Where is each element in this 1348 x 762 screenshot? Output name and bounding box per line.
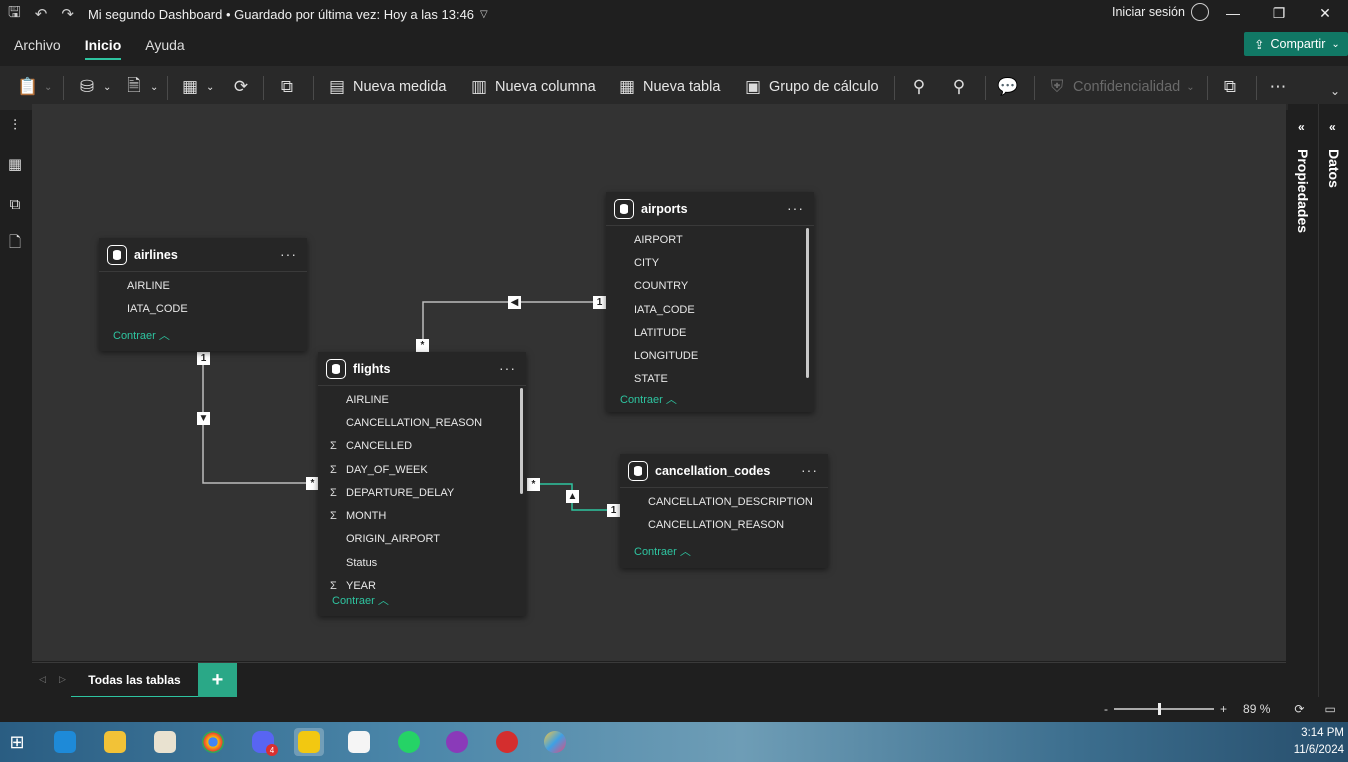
- more-icon[interactable]: ···: [801, 462, 818, 478]
- table-card-cancellation-codes[interactable]: cancellation_codes ··· CANCELLATION_DESC…: [620, 454, 828, 568]
- github-icon[interactable]: [442, 728, 472, 756]
- table-icon: [614, 198, 634, 219]
- notification-badge: 4: [266, 744, 278, 756]
- table-name: airports: [641, 201, 688, 216]
- paint-icon[interactable]: [540, 728, 570, 756]
- field-row[interactable]: Σ YEAR: [318, 574, 526, 591]
- powerbi-icon[interactable]: [294, 728, 324, 756]
- sum-icon: Σ: [330, 580, 337, 591]
- field-row[interactable]: AIRLINE: [318, 388, 526, 411]
- one-marker[interactable]: 1: [197, 352, 210, 365]
- chevron-left-icon[interactable]: «: [1298, 120, 1305, 134]
- scrollbar[interactable]: [520, 388, 523, 494]
- table-header[interactable]: flights ···: [318, 352, 526, 386]
- more-icon[interactable]: ···: [499, 360, 516, 376]
- next-tab-icon[interactable]: ▷: [59, 674, 66, 685]
- collapse-link[interactable]: Contraer ︿: [606, 391, 814, 407]
- table-card-flights[interactable]: flights ··· AIRLINE CANCELLATION_REASON Σ C…: [318, 352, 526, 616]
- whatsapp-icon[interactable]: [394, 728, 424, 756]
- direction-arrow-icon[interactable]: ◀: [508, 296, 521, 309]
- windows-start-icon[interactable]: ⊞: [2, 728, 32, 756]
- sum-icon: Σ: [330, 440, 337, 453]
- field-list: AIRLINE CANCELLATION_REASON Σ CANCELLED Σ DAY…: [318, 386, 526, 591]
- field-row[interactable]: CANCELLATION_REASON: [620, 513, 828, 536]
- vscode-icon[interactable]: [50, 728, 80, 756]
- table-name: flights: [353, 361, 391, 376]
- table-name: airlines: [134, 247, 178, 262]
- zoom-out-button[interactable]: -: [1104, 702, 1108, 716]
- field-row[interactable]: ORIGIN_AIRPORT: [318, 528, 526, 551]
- zoom-in-button[interactable]: +: [1220, 702, 1227, 716]
- sum-icon: Σ: [330, 463, 337, 476]
- app-icon[interactable]: [344, 728, 374, 756]
- table-name: cancellation_codes: [655, 463, 771, 478]
- app-icon[interactable]: [492, 728, 522, 756]
- discord-icon[interactable]: 4: [248, 728, 278, 756]
- field-row[interactable]: COUNTRY: [606, 275, 814, 298]
- zoom-slider[interactable]: [1114, 703, 1214, 715]
- field-row[interactable]: LONGITUDE: [606, 344, 814, 367]
- table-header[interactable]: airports ···: [606, 192, 814, 226]
- prev-tab-icon[interactable]: ◁: [39, 674, 46, 685]
- many-marker[interactable]: *: [527, 478, 540, 491]
- field-row[interactable]: Σ CANCELLED: [318, 435, 526, 458]
- properties-pane[interactable]: « Propiedades: [1288, 104, 1318, 697]
- field-row[interactable]: AIRLINE: [99, 274, 307, 297]
- collapse-link[interactable]: Contraer ︿: [620, 543, 828, 559]
- field-row[interactable]: CANCELLATION_REASON: [318, 411, 526, 434]
- table-card-airports[interactable]: airports ··· AIRPORT CITY COUNTRY IATA_C…: [606, 192, 814, 412]
- properties-pane-label[interactable]: Propiedades: [1295, 149, 1311, 233]
- field-row[interactable]: STATE: [606, 368, 814, 391]
- field-row[interactable]: Σ DEPARTURE_DELAY: [318, 481, 526, 504]
- field-row[interactable]: LATITUDE: [606, 321, 814, 344]
- many-marker[interactable]: *: [416, 339, 429, 352]
- layout-tab-bar: ◁ ▷ Todas las tablas +: [32, 662, 1286, 698]
- reset-zoom-icon[interactable]: ⟳: [1294, 702, 1304, 716]
- field-row[interactable]: CITY: [606, 251, 814, 274]
- chrome-icon[interactable]: [198, 728, 228, 756]
- field-row[interactable]: AIRPORT: [606, 228, 814, 251]
- table-card-airlines[interactable]: airlines ··· AIRLINE IATA_CODE Contraer …: [99, 238, 307, 351]
- app-icon[interactable]: [150, 728, 180, 756]
- system-clock[interactable]: 3:14 PM 11/6/2024: [1294, 725, 1344, 759]
- relationship-airlines-flights: [202, 358, 312, 484]
- scrollbar[interactable]: [806, 228, 809, 378]
- field-row[interactable]: IATA_CODE: [99, 297, 307, 320]
- clock-date: 11/6/2024: [1293, 744, 1344, 756]
- field-row[interactable]: Σ MONTH: [318, 504, 526, 527]
- field-row[interactable]: CANCELLATION_DESCRIPTION: [620, 490, 828, 513]
- field-row[interactable]: Σ DAY_OF_WEEK: [318, 458, 526, 481]
- more-icon[interactable]: ···: [787, 200, 804, 216]
- one-marker[interactable]: 1: [593, 296, 606, 309]
- table-header[interactable]: airlines ···: [99, 238, 307, 272]
- direction-arrow-icon[interactable]: ▲: [566, 490, 579, 503]
- os-taskbar: ⊞ 4 3:14 PM 11/6/2024: [0, 722, 1348, 762]
- clock-time: 3:14 PM: [1301, 727, 1344, 739]
- zoom-level[interactable]: 89 %: [1243, 702, 1270, 716]
- table-icon: [628, 460, 648, 481]
- chevron-left-icon[interactable]: «: [1329, 120, 1336, 134]
- table-icon: [326, 358, 346, 379]
- file-explorer-icon[interactable]: [100, 728, 130, 756]
- status-bar: - + 89 % ⟳ ▭: [0, 697, 1348, 722]
- collapse-link[interactable]: Contraer ︿: [99, 327, 307, 343]
- add-layout-button[interactable]: +: [198, 663, 237, 698]
- tab-all-tables[interactable]: Todas las tablas: [71, 663, 198, 698]
- collapse-link[interactable]: Contraer ︿: [318, 592, 526, 608]
- data-pane-label[interactable]: Datos: [1326, 149, 1342, 188]
- more-icon[interactable]: ···: [280, 246, 297, 262]
- table-header[interactable]: cancellation_codes ···: [620, 454, 828, 488]
- zoom-control: - + 89 % ⟳ ▭: [1104, 702, 1336, 716]
- one-marker[interactable]: 1: [607, 504, 620, 517]
- table-icon: [107, 244, 127, 265]
- field-row[interactable]: Status: [318, 551, 526, 574]
- direction-arrow-icon[interactable]: ▼: [197, 412, 210, 425]
- data-pane[interactable]: « Datos: [1318, 104, 1348, 697]
- sum-icon: Σ: [330, 510, 337, 523]
- sum-icon: Σ: [330, 486, 337, 499]
- field-row[interactable]: IATA_CODE: [606, 298, 814, 321]
- fit-page-icon[interactable]: ▭: [1324, 702, 1335, 716]
